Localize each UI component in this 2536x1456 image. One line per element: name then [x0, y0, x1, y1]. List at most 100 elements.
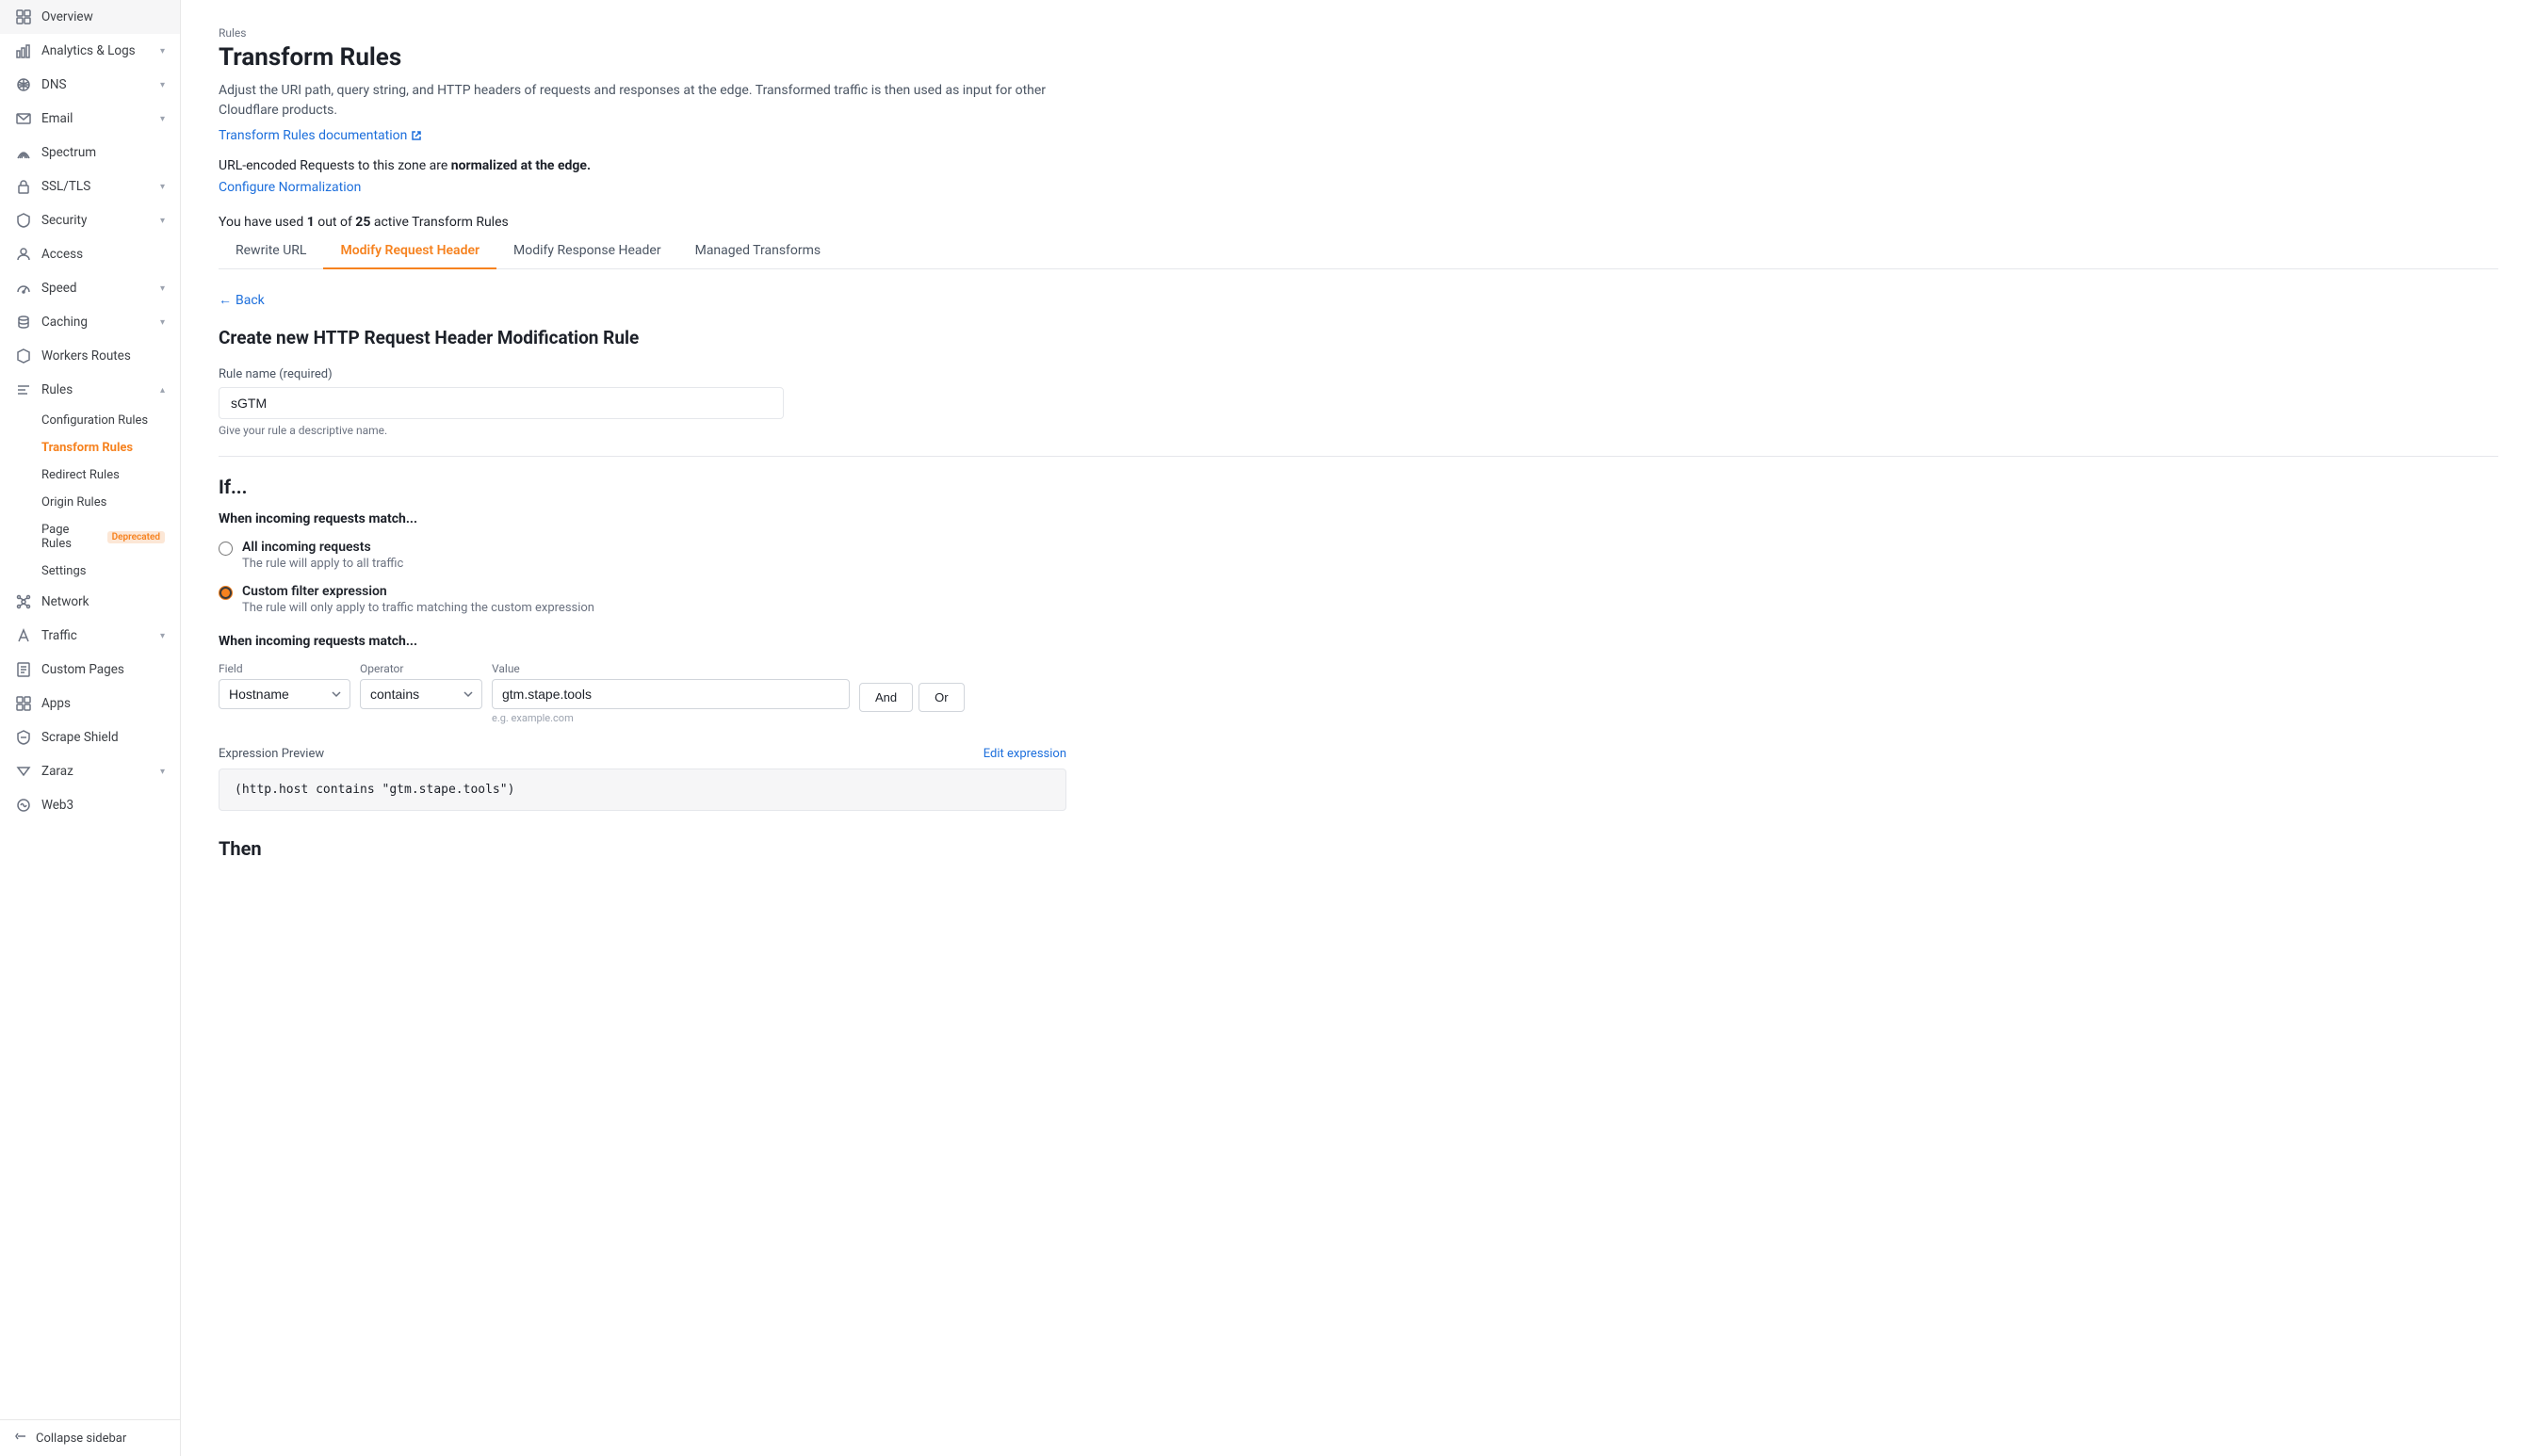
- rule-name-group: Rule name (required) Give your rule a de…: [219, 367, 2498, 437]
- sidebar-item-overview[interactable]: Overview: [0, 0, 180, 34]
- expression-preview-section: Expression Preview Edit expression (http…: [219, 747, 1066, 811]
- sidebar-item-ssl-tls[interactable]: SSL/TLS ▾: [0, 170, 180, 203]
- sidebar-sub-item-transform-rules[interactable]: Transform Rules: [0, 434, 180, 461]
- sidebar-item-label: Spectrum: [41, 145, 96, 160]
- filter-operator-col: Operator contains: [360, 662, 482, 709]
- chevron-icon: ▾: [160, 114, 165, 124]
- sidebar-item-traffic[interactable]: Traffic ▾: [0, 619, 180, 653]
- scrape-shield-icon: [15, 729, 32, 746]
- chevron-icon: ▾: [160, 317, 165, 328]
- radio-all-label: All incoming requests: [242, 540, 403, 555]
- sidebar-item-security[interactable]: Security ▾: [0, 203, 180, 237]
- filter-value-input[interactable]: [492, 679, 850, 709]
- radio-all-input[interactable]: [219, 542, 233, 556]
- sidebar-item-label: Web3: [41, 798, 73, 813]
- filter-value-col: Value e.g. example.com: [492, 662, 850, 724]
- page-title: Transform Rules: [219, 43, 2498, 72]
- rule-name-input[interactable]: [219, 387, 784, 419]
- sidebar-item-label: Access: [41, 247, 83, 262]
- doc-link[interactable]: Transform Rules documentation: [219, 128, 422, 143]
- expression-preview-code: (http.host contains "gtm.stape.tools"): [235, 783, 514, 797]
- sidebar-item-label: Overview: [41, 9, 93, 24]
- radio-custom-input[interactable]: [219, 586, 233, 600]
- web3-icon: [15, 797, 32, 814]
- value-label: Value: [492, 662, 850, 675]
- sidebar-item-workers-routes[interactable]: Workers Routes: [0, 339, 180, 373]
- radio-all-incoming[interactable]: All incoming requests The rule will appl…: [219, 540, 2498, 571]
- sidebar-item-label: Speed: [41, 281, 77, 296]
- tab-managed-transforms[interactable]: Managed Transforms: [678, 234, 838, 269]
- divider: [219, 456, 2498, 457]
- filter-row: Field Hostname Operator contains Value e…: [219, 662, 2498, 724]
- sidebar-item-label: Analytics & Logs: [41, 43, 136, 58]
- bar-chart-icon: [15, 42, 32, 59]
- sidebar-item-scrape-shield[interactable]: Scrape Shield: [0, 720, 180, 754]
- tab-rewrite-url[interactable]: Rewrite URL: [219, 234, 323, 269]
- sidebar-item-web3[interactable]: Web3: [0, 788, 180, 822]
- sidebar-item-label: Email: [41, 111, 73, 126]
- edit-expression-link[interactable]: Edit expression: [984, 747, 1066, 761]
- rule-name-hint: Give your rule a descriptive name.: [219, 424, 2498, 437]
- sidebar-item-label: SSL/TLS: [41, 179, 90, 194]
- sidebar-item-label: Custom Pages: [41, 662, 124, 677]
- sidebar-item-spectrum[interactable]: Spectrum: [0, 136, 180, 170]
- spectrum-icon: [15, 144, 32, 161]
- collapse-icon: [15, 1430, 28, 1447]
- tab-modify-request-header[interactable]: Modify Request Header: [323, 234, 496, 269]
- rule-name-label: Rule name (required): [219, 367, 2498, 381]
- sidebar-item-analytics-logs[interactable]: Analytics & Logs ▾: [0, 34, 180, 68]
- sidebar-item-caching[interactable]: Caching ▾: [0, 305, 180, 339]
- caching-icon: [15, 314, 32, 331]
- sidebar-item-zaraz[interactable]: Zaraz ▾: [0, 754, 180, 788]
- expr-preview-label: Expression Preview: [219, 747, 324, 761]
- and-button[interactable]: And: [859, 683, 913, 712]
- sidebar-item-access[interactable]: Access: [0, 237, 180, 271]
- sidebar-item-speed[interactable]: Speed ▾: [0, 271, 180, 305]
- sidebar-sub-item-configuration-rules[interactable]: Configuration Rules: [0, 407, 180, 434]
- rules-icon: [15, 381, 32, 398]
- sidebar-sub-item-settings[interactable]: Settings: [0, 558, 180, 585]
- sidebar-item-label: Network: [41, 594, 89, 609]
- shield-icon: [15, 212, 32, 229]
- section-title: Create new HTTP Request Header Modificat…: [219, 327, 2498, 348]
- back-link[interactable]: ← Back: [219, 292, 265, 308]
- custom-pages-icon: [15, 661, 32, 678]
- chevron-icon: ▾: [160, 767, 165, 777]
- sidebar-sub-item-redirect-rules[interactable]: Redirect Rules: [0, 461, 180, 489]
- sidebar-item-apps[interactable]: Apps: [0, 687, 180, 720]
- sidebar-item-label: Scrape Shield: [41, 730, 119, 745]
- sidebar-item-rules[interactable]: Rules ▴: [0, 373, 180, 407]
- collapse-sidebar-label: Collapse sidebar: [36, 1432, 126, 1446]
- then-label: Then: [219, 837, 2498, 860]
- sidebar-item-label: DNS: [41, 77, 67, 92]
- zaraz-icon: [15, 763, 32, 780]
- sidebar-item-network[interactable]: Network: [0, 585, 180, 619]
- or-button[interactable]: Or: [918, 683, 964, 712]
- back-arrow-icon: ←: [219, 292, 232, 308]
- access-icon: [15, 246, 32, 263]
- sidebar-item-custom-pages[interactable]: Custom Pages: [0, 653, 180, 687]
- expr-preview-header: Expression Preview Edit expression: [219, 747, 1066, 761]
- tab-modify-response-header[interactable]: Modify Response Header: [496, 234, 678, 269]
- network-icon: [15, 593, 32, 610]
- sidebar-item-label: Rules: [41, 382, 73, 397]
- chevron-icon: ▾: [160, 80, 165, 90]
- collapse-sidebar-button[interactable]: Collapse sidebar: [0, 1419, 180, 1456]
- overview-icon: [15, 8, 32, 25]
- chevron-icon: ▴: [160, 385, 165, 396]
- radio-custom-label: Custom filter expression: [242, 584, 594, 599]
- radio-custom-filter[interactable]: Custom filter expression The rule will o…: [219, 584, 2498, 615]
- filter-field-col: Field Hostname: [219, 662, 350, 709]
- normalization-bar: URL-encoded Requests to this zone are no…: [219, 156, 2498, 198]
- field-label: Field: [219, 662, 350, 675]
- sidebar-item-label: Apps: [41, 696, 71, 711]
- sidebar-sub-item-page-rules[interactable]: Page Rules Deprecated: [0, 516, 180, 558]
- operator-select[interactable]: contains: [360, 679, 482, 709]
- sidebar-sub-item-origin-rules[interactable]: Origin Rules: [0, 489, 180, 516]
- configure-normalization-link[interactable]: Configure Normalization: [219, 178, 361, 198]
- expression-preview-box: (http.host contains "gtm.stape.tools"): [219, 768, 1066, 811]
- field-select[interactable]: Hostname: [219, 679, 350, 709]
- sidebar-item-dns[interactable]: DNS ▾: [0, 68, 180, 102]
- page-section-label: Rules: [219, 26, 2498, 40]
- sidebar-item-email[interactable]: Email ▾: [0, 102, 180, 136]
